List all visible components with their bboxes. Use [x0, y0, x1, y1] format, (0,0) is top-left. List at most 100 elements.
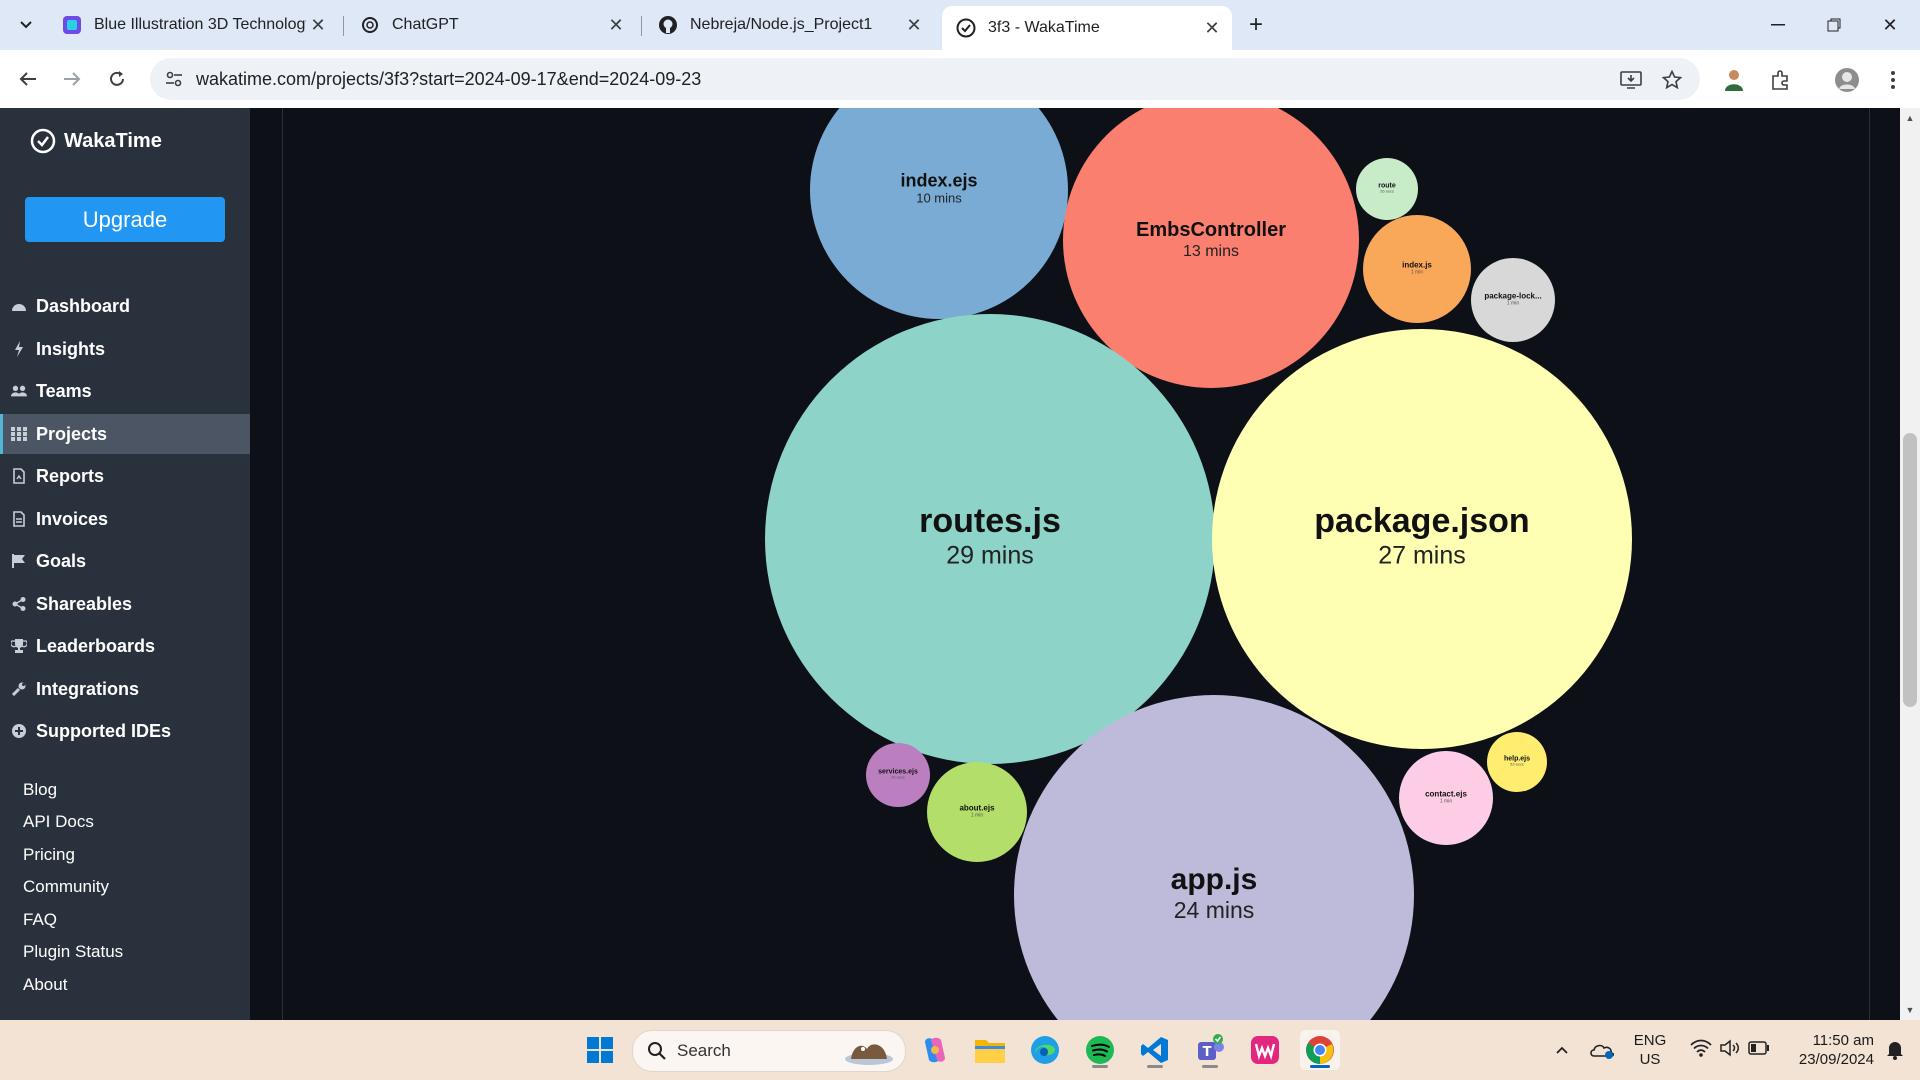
footer-link-blog[interactable]: Blog [23, 780, 57, 800]
tab-search-chevron-icon[interactable] [12, 10, 40, 40]
file-explorer-icon[interactable] [970, 1030, 1010, 1070]
sidebar-item-goals[interactable]: Goals [0, 541, 250, 581]
sidebar-item-reports[interactable]: Reports [0, 456, 250, 496]
taskbar-search-box[interactable]: Search [632, 1030, 906, 1072]
close-tab-icon[interactable]: ✕ [902, 13, 926, 37]
browser-tab-canva[interactable]: Blue Illustration 3D Technology ✕ [48, 6, 338, 44]
chrome-icon[interactable] [1300, 1030, 1340, 1070]
spotify-icon[interactable] [1080, 1030, 1120, 1070]
file-bubble[interactable]: index.ejs10 mins [810, 108, 1068, 319]
file-time-label: 1 min [1507, 301, 1519, 307]
sidebar-item-leaderboards[interactable]: Leaderboards [0, 626, 250, 666]
close-window-icon[interactable]: ✕ [1862, 0, 1918, 50]
site-info-icon[interactable] [164, 69, 184, 89]
wamp-icon[interactable] [1245, 1030, 1285, 1070]
sidebar-item-insights[interactable]: Insights [0, 329, 250, 369]
sidebar-item-integrations[interactable]: Integrations [0, 669, 250, 709]
wifi-icon [1690, 1039, 1712, 1062]
file-name-label: index.ejs [900, 170, 977, 190]
file-bubble[interactable]: package-lock...1 min [1471, 258, 1555, 342]
share-icon [11, 596, 27, 612]
system-status-group[interactable] [1680, 1030, 1780, 1070]
brand-name: WakaTime [64, 129, 162, 152]
page-scrollbar[interactable]: ▲ ▼ [1900, 108, 1920, 1020]
footer-link-plugin-status[interactable]: Plugin Status [23, 942, 123, 962]
scroll-up-arrow-icon[interactable]: ▲ [1904, 112, 1916, 124]
file-bubble-circle[interactable] [810, 108, 1068, 319]
profile-avatar-icon[interactable] [1720, 66, 1748, 94]
bookmark-star-icon[interactable] [1660, 68, 1684, 92]
running-indicator [1147, 1065, 1163, 1068]
file-bubble[interactable]: EmbsController 13 mins [1063, 108, 1359, 388]
file-bubble[interactable]: route26 secs [1356, 158, 1418, 220]
teams-icon[interactable]: T [1190, 1030, 1230, 1070]
system-clock[interactable]: 11:50 am 23/09/2024 [1782, 1031, 1874, 1069]
file-name-label: about.ejs [959, 803, 995, 812]
show-hidden-icons-chevron-icon[interactable] [1542, 1030, 1582, 1070]
forward-arrow-icon[interactable] [57, 64, 87, 94]
file-time-label: 53 secs [1510, 762, 1524, 767]
wrench-icon [11, 681, 27, 697]
minimize-icon[interactable] [1750, 0, 1806, 50]
notification-bell-icon[interactable] [1880, 1030, 1910, 1070]
flag-icon [11, 553, 27, 569]
windows-start-icon[interactable] [580, 1030, 620, 1070]
footer-link-community[interactable]: Community [23, 877, 109, 897]
file-bubble[interactable]: index.js1 min [1363, 215, 1471, 323]
browser-tab-wakatime[interactable]: 3f3 - WakaTime ✕ [942, 6, 1232, 50]
account-avatar-icon[interactable] [1833, 66, 1861, 94]
reload-icon[interactable] [102, 64, 132, 94]
input-language-indicator[interactable]: ENG US [1626, 1031, 1674, 1069]
footer-link-about[interactable]: About [23, 975, 67, 995]
file-time-label: 10 mins [916, 191, 962, 206]
file-name-label: contact.ejs [1425, 789, 1467, 798]
browser-tab-chatgpt[interactable]: ChatGPT ✕ [346, 6, 636, 44]
copilot-icon[interactable] [915, 1030, 955, 1070]
file-bubble[interactable]: routes.js29 mins [765, 314, 1215, 764]
sidebar-item-dashboard[interactable]: Dashboard [0, 286, 250, 326]
bolt-icon [11, 341, 27, 357]
sidebar-item-supported-ides[interactable]: Supported IDEs [0, 711, 250, 751]
browser-menu-icon[interactable] [1879, 66, 1907, 94]
close-tab-icon[interactable]: ✕ [306, 13, 330, 37]
footer-link-api-docs[interactable]: API Docs [23, 812, 94, 832]
address-bar[interactable]: wakatime.com/projects/3f3?start=2024-09-… [150, 58, 1700, 100]
sidebar-item-teams[interactable]: Teams [0, 371, 250, 411]
scroll-down-arrow-icon[interactable]: ▼ [1904, 1004, 1916, 1016]
tab-title: Nebreja/Node.js_Project1 [690, 16, 873, 33]
close-tab-icon[interactable]: ✕ [604, 13, 628, 37]
vscode-icon[interactable] [1135, 1030, 1175, 1070]
new-tab-button[interactable]: + [1240, 10, 1272, 40]
file-name-label: package.json [1314, 502, 1529, 540]
upgrade-button[interactable]: Upgrade [25, 197, 225, 242]
scrollbar-thumb[interactable] [1903, 433, 1917, 707]
install-app-icon[interactable] [1619, 68, 1643, 92]
file-time-label: 13 mins [1183, 243, 1239, 260]
restore-icon[interactable] [1806, 0, 1862, 50]
browser-tab-github[interactable]: Nebreja/Node.js_Project1 ✕ [644, 6, 934, 44]
wakatime-logo-icon [30, 128, 56, 154]
onedrive-icon[interactable] [1582, 1030, 1622, 1070]
back-arrow-icon[interactable] [13, 64, 43, 94]
file-bubble[interactable]: about.ejs1 min [927, 762, 1027, 862]
dashboard-icon [11, 298, 27, 314]
brand-logo[interactable]: WakaTime [30, 128, 162, 154]
sidebar-item-shareables[interactable]: Shareables [0, 584, 250, 624]
users-icon [11, 383, 27, 399]
file-bubble[interactable]: package.json27 mins [1212, 329, 1632, 749]
footer-link-faq[interactable]: FAQ [23, 910, 57, 930]
footer-link-pricing[interactable]: Pricing [23, 845, 75, 865]
extensions-puzzle-icon[interactable] [1767, 66, 1795, 94]
sidebar-item-projects[interactable]: Projects [0, 414, 250, 454]
file-bubble[interactable]: services.ejs26 secs [866, 743, 930, 807]
file-bubble-panel: index.ejs 10 mins EmbsController 13 mins rou… [282, 108, 1870, 1020]
file-bubble[interactable]: contact.ejs1 min [1399, 751, 1493, 845]
close-tab-icon[interactable]: ✕ [1200, 16, 1224, 40]
file-name-label: routes.js [919, 502, 1061, 540]
file-time-label: 1 min [971, 813, 983, 819]
file-bubble[interactable]: help.ejs53 secs [1487, 732, 1547, 792]
file-name-label: package-lock... [1484, 291, 1541, 300]
sidebar-item-invoices[interactable]: Invoices [0, 499, 250, 539]
edge-icon[interactable] [1025, 1030, 1065, 1070]
sidebar-item-label: Invoices [36, 508, 109, 529]
